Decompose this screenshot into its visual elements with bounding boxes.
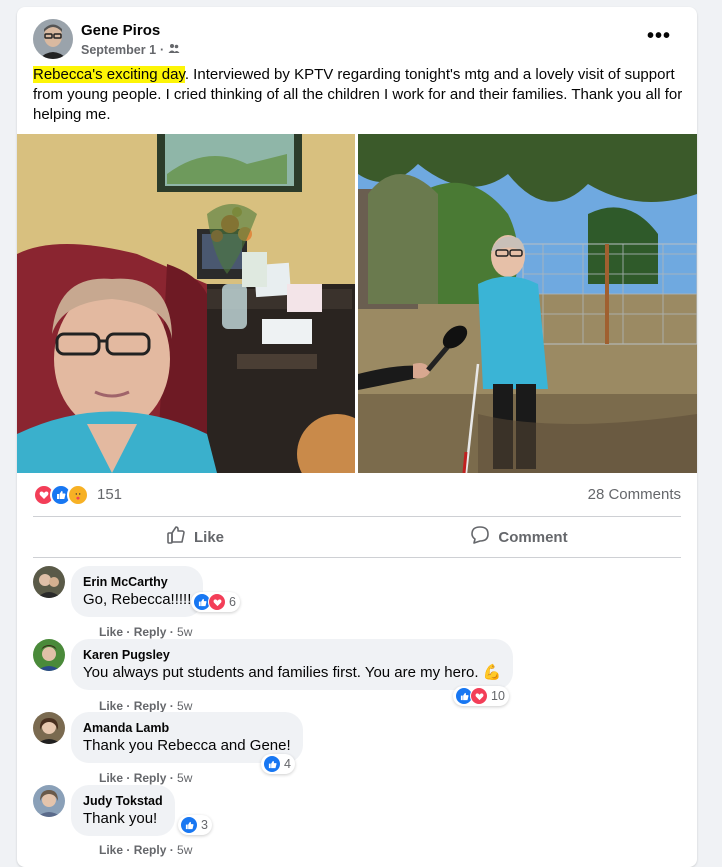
comment-avatar[interactable] bbox=[33, 785, 65, 817]
comment-author[interactable]: Amanda Lamb bbox=[83, 720, 291, 736]
like-icon bbox=[263, 755, 281, 773]
comment-time[interactable]: 5w bbox=[177, 625, 192, 639]
comment-like-link[interactable]: Like bbox=[99, 625, 123, 639]
post-card: Gene Piros September 1 · ••• Rebecca's e… bbox=[17, 7, 697, 867]
comment-like-link[interactable]: Like bbox=[99, 771, 123, 785]
comment-author[interactable]: Erin McCarthy bbox=[83, 574, 191, 590]
comment-reaction-count: 4 bbox=[284, 757, 291, 771]
comment-item: Karen Pugsley You always put students an… bbox=[33, 639, 673, 713]
like-icon bbox=[180, 816, 198, 834]
comment-reactions[interactable]: 3 bbox=[178, 815, 212, 835]
action-bar: Like Comment bbox=[33, 517, 681, 557]
comment-reply-link[interactable]: Reply bbox=[134, 625, 167, 639]
comment-reactions[interactable]: 4 bbox=[261, 754, 295, 774]
comment-avatar[interactable] bbox=[33, 566, 65, 598]
comment-button-label: Comment bbox=[498, 528, 568, 546]
comment-actions: Like · Reply · 5w bbox=[99, 625, 193, 639]
reaction-icons[interactable] bbox=[33, 484, 89, 506]
comment-reaction-count: 6 bbox=[229, 595, 236, 609]
comment-avatar[interactable] bbox=[33, 639, 65, 671]
photo-rebecca-indoor[interactable] bbox=[17, 134, 355, 473]
comment-icon bbox=[470, 525, 490, 549]
friends-icon[interactable] bbox=[168, 42, 180, 57]
divider-bottom bbox=[33, 557, 681, 558]
comment-text: Thank you! bbox=[83, 810, 158, 827]
comment-item: Amanda Lamb Thank you Rebecca and Gene! … bbox=[33, 712, 673, 785]
post-header: Gene Piros September 1 · ••• bbox=[33, 19, 681, 61]
care-icon bbox=[67, 484, 89, 506]
love-icon bbox=[208, 593, 226, 611]
comment-like-link[interactable]: Like bbox=[99, 699, 123, 713]
author-name[interactable]: Gene Piros bbox=[81, 22, 160, 39]
comment-bubble: Erin McCarthy Go, Rebecca!!!!! bbox=[71, 566, 204, 617]
comment-text: You always put students and families fir… bbox=[83, 664, 502, 681]
meta-separator: · bbox=[160, 42, 165, 57]
comment-item: Judy Tokstad Thank you! 3 Like · Reply ·… bbox=[33, 785, 673, 857]
comment-bubble: Karen Pugsley You always put students an… bbox=[71, 639, 514, 690]
comment-button[interactable]: Comment bbox=[357, 517, 681, 557]
love-icon bbox=[470, 687, 488, 705]
author-avatar[interactable] bbox=[33, 19, 73, 59]
comment-reaction-count: 3 bbox=[201, 818, 208, 832]
more-options-icon[interactable]: ••• bbox=[647, 25, 671, 48]
post-text: Rebecca's exciting day. Interviewed by K… bbox=[33, 65, 683, 125]
comment-text: Thank you Rebecca and Gene! bbox=[83, 737, 291, 754]
comment-avatar[interactable] bbox=[33, 712, 65, 744]
comment-reactions[interactable]: 10 bbox=[453, 686, 509, 706]
comment-reactions[interactable]: 6 bbox=[191, 592, 240, 612]
comment-reply-link[interactable]: Reply bbox=[134, 699, 167, 713]
comment-author[interactable]: Karen Pugsley bbox=[83, 647, 501, 663]
like-button-label: Like bbox=[193, 528, 224, 546]
comments-count[interactable]: 28 Comments bbox=[588, 486, 681, 503]
comment-item: Erin McCarthy Go, Rebecca!!!!! 6 Like · … bbox=[33, 566, 673, 639]
comment-author[interactable]: Judy Tokstad bbox=[83, 793, 163, 809]
comment-reply-link[interactable]: Reply bbox=[134, 771, 167, 785]
comment-actions: Like · Reply · 5w bbox=[99, 771, 193, 785]
like-button[interactable]: Like bbox=[33, 517, 357, 557]
comment-reaction-count: 10 bbox=[491, 689, 505, 703]
post-stats: 151 28 Comments bbox=[33, 483, 681, 507]
post-meta: September 1 · bbox=[81, 42, 180, 57]
thumbs-up-icon bbox=[166, 525, 186, 549]
photo-rebecca-interview[interactable] bbox=[358, 134, 697, 473]
comment-text: Go, Rebecca!!!!! bbox=[83, 591, 192, 608]
comment-time[interactable]: 5w bbox=[177, 771, 192, 785]
post-date[interactable]: September 1 bbox=[81, 43, 156, 57]
comment-bubble: Judy Tokstad Thank you! bbox=[71, 785, 175, 836]
highlighted-text: Rebecca's exciting day bbox=[33, 66, 185, 83]
reaction-count[interactable]: 151 bbox=[97, 486, 122, 503]
comment-actions: Like · Reply · 5w bbox=[99, 699, 193, 713]
photo-grid bbox=[17, 134, 697, 473]
comment-time[interactable]: 5w bbox=[177, 699, 192, 713]
